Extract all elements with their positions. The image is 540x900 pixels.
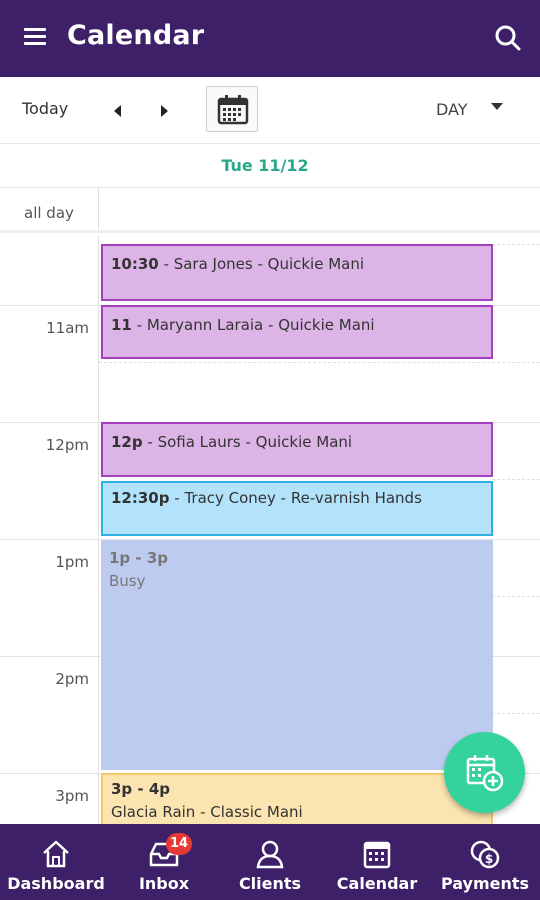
- day-header-date[interactable]: Tue 11/12: [0, 156, 530, 175]
- svg-text:$: $: [485, 852, 493, 866]
- nav-label: Clients: [238, 874, 302, 893]
- nav-item-clients[interactable]: Clients: [216, 824, 324, 900]
- event-details: Sofia Laurs - Quickie Mani: [157, 433, 353, 451]
- event-time: 10:30: [111, 255, 159, 273]
- nav-label: Dashboard: [7, 874, 105, 893]
- event-separator: -: [131, 316, 147, 334]
- half-hour-line: [492, 596, 540, 597]
- add-appointment-icon: [466, 755, 504, 792]
- half-hour-line: [492, 244, 540, 245]
- inbox-count-badge: 14: [166, 833, 193, 855]
- half-hour-line: [492, 713, 540, 714]
- busy-block[interactable]: 1p - 3p Busy: [101, 540, 493, 770]
- time-label: 2pm: [55, 670, 89, 688]
- page-title: Calendar: [67, 20, 205, 51]
- today-button[interactable]: Today: [22, 99, 68, 118]
- calendar-icon: [217, 95, 249, 125]
- chevron-down-icon[interactable]: [491, 103, 503, 110]
- clients-icon: [256, 840, 284, 869]
- appointment-event[interactable]: 12p - Sofia Laurs - Quickie Mani: [101, 422, 493, 477]
- event-time: 12:30p: [111, 489, 170, 507]
- time-gutter-divider: [98, 236, 99, 824]
- event-separator: -: [142, 433, 158, 451]
- event-separator: -: [169, 489, 185, 507]
- chevron-left-icon[interactable]: [108, 101, 128, 121]
- all-day-slot[interactable]: [98, 188, 540, 230]
- time-label: 11am: [46, 319, 89, 337]
- all-day-row: all day: [0, 188, 540, 233]
- nav-label: Calendar: [336, 874, 418, 893]
- day-header: Tue 11/12: [0, 144, 540, 188]
- menu-icon[interactable]: [24, 28, 46, 46]
- time-label: 3pm: [55, 787, 89, 805]
- appointment-event[interactable]: 12:30p - Tracy Coney - Re-varnish Hands: [101, 481, 493, 536]
- all-day-label: all day: [24, 204, 74, 222]
- chevron-right-icon[interactable]: [154, 101, 174, 121]
- payments-icon: $: [470, 840, 500, 869]
- appointment-event[interactable]: 11 - Maryann Laraia - Quickie Mani: [101, 305, 493, 359]
- appointment-event[interactable]: 3p - 4p Glacia Rain - Classic Mani: [101, 773, 493, 824]
- time-grid[interactable]: 11am 12pm 1pm 2pm 3pm 10:30 - Sara Jones…: [0, 236, 540, 824]
- nav-item-inbox[interactable]: Inbox: [112, 824, 216, 900]
- calendar-toolbar: Today DAY: [0, 77, 540, 144]
- event-time: 11: [111, 316, 132, 334]
- nav-item-payments[interactable]: $ Payments: [430, 824, 540, 900]
- time-label: 12pm: [45, 436, 89, 454]
- calendar-icon: [363, 841, 391, 869]
- home-icon: [43, 840, 69, 868]
- event-details: Sara Jones - Quickie Mani: [173, 255, 365, 273]
- add-appointment-button[interactable]: [444, 732, 525, 813]
- half-hour-line: [99, 362, 540, 363]
- event-details: Busy: [109, 572, 146, 590]
- nav-item-dashboard[interactable]: Dashboard: [0, 824, 112, 900]
- event-details: Glacia Rain - Classic Mani: [111, 803, 303, 821]
- appointment-event[interactable]: 10:30 - Sara Jones - Quickie Mani: [101, 244, 493, 301]
- event-details: Tracy Coney - Re-varnish Hands: [184, 489, 422, 507]
- nav-label: Payments: [440, 874, 530, 893]
- event-time: 12p: [111, 433, 143, 451]
- date-picker-button[interactable]: [206, 86, 258, 132]
- search-icon[interactable]: [494, 24, 522, 52]
- half-hour-line: [492, 479, 540, 480]
- event-time: 3p - 4p: [111, 780, 171, 798]
- nav-label: Inbox: [138, 874, 190, 893]
- event-details: Maryann Laraia - Quickie Mani: [146, 316, 375, 334]
- app-bar: Calendar: [0, 0, 540, 77]
- event-time: 1p - 3p: [109, 549, 169, 567]
- time-label: 1pm: [55, 553, 89, 571]
- bottom-navigation: Dashboard Inbox 14 Clients Calendar $ Pa…: [0, 824, 540, 900]
- event-separator: -: [158, 255, 174, 273]
- view-mode-select[interactable]: DAY: [436, 100, 468, 119]
- nav-item-calendar[interactable]: Calendar: [324, 824, 430, 900]
